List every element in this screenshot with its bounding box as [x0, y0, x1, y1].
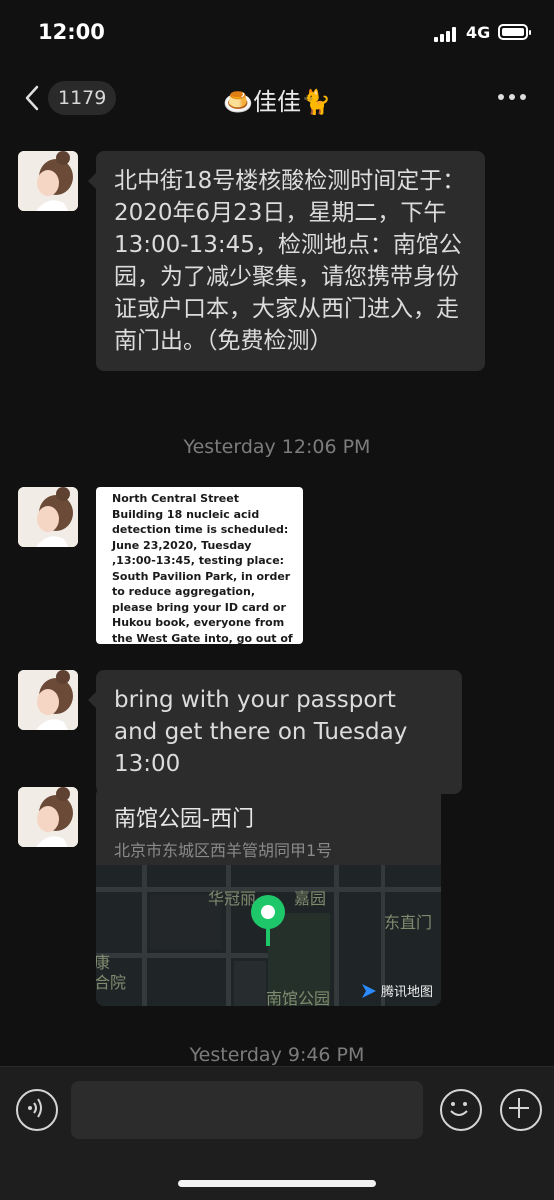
message-bubble[interactable]: 北中街18号楼核酸检测时间定于：2020年6月23日，星期二，下午13:00-1… [88, 151, 485, 371]
battery-icon [498, 24, 531, 40]
map-preview[interactable]: 华冠丽 嘉园 东直门 康 合院 南馆公园 腾讯地图 [96, 865, 441, 1006]
network-type: 4G [466, 23, 491, 42]
status-time: 12:00 [38, 20, 105, 44]
tencent-map-icon [361, 983, 376, 998]
voice-icon [28, 1098, 42, 1118]
smiley-icon [450, 1102, 468, 1116]
more-options-icon[interactable] [498, 94, 528, 102]
timestamp: Yesterday 9:46 PM [189, 1044, 365, 1066]
map-provider-logo: 腾讯地图 [360, 981, 433, 1000]
image-message[interactable]: North Central Street Building 18 nucleic… [96, 487, 303, 644]
avatar[interactable] [18, 151, 78, 211]
plus-icon [509, 1098, 529, 1118]
map-label: 东直门 [384, 913, 433, 932]
location-address: 北京市东城区西羊管胡同甲1号 [114, 841, 333, 860]
location-title: 南馆公园-西门 [114, 807, 254, 832]
timestamp: Yesterday 12:06 PM [183, 436, 371, 458]
map-label: 嘉园 [294, 889, 327, 908]
emoji-button[interactable] [440, 1089, 482, 1131]
map-pin-icon [251, 895, 285, 946]
message-bubble[interactable]: bring with your passport and get there o… [88, 670, 462, 794]
message-text: 北中街18号楼核酸检测时间定于：2020年6月23日，星期二，下午13:00-1… [114, 168, 466, 354]
voice-button[interactable] [16, 1089, 58, 1131]
avatar[interactable] [18, 670, 78, 730]
avatar[interactable] [18, 787, 78, 847]
chat-title: 🍮佳佳🐈 [223, 88, 331, 116]
message-text: bring with your passport and get there o… [114, 687, 408, 777]
home-indicator[interactable] [178, 1180, 376, 1187]
message-input[interactable] [71, 1081, 423, 1139]
map-label: 合院 [96, 973, 127, 992]
chat-screen: 12:00 4G 1179 🍮佳佳🐈 北中街18号楼核酸检测时间定于：2020年… [0, 0, 554, 1200]
more-functions-button[interactable] [500, 1089, 542, 1131]
status-bar: 12:00 4G [0, 0, 554, 70]
chat-header: 1179 🍮佳佳🐈 [0, 70, 554, 126]
map-label: 南馆公园 [266, 989, 331, 1006]
avatar[interactable] [18, 487, 78, 547]
signal-icon [434, 26, 458, 42]
image-message-text: North Central Street Building 18 nucleic… [112, 492, 293, 644]
location-message[interactable]: 南馆公园-西门 北京市东城区西羊管胡同甲1号 华冠丽 嘉园 东直门 康 合院 南… [96, 787, 441, 1006]
map-provider-label: 腾讯地图 [380, 985, 433, 1000]
